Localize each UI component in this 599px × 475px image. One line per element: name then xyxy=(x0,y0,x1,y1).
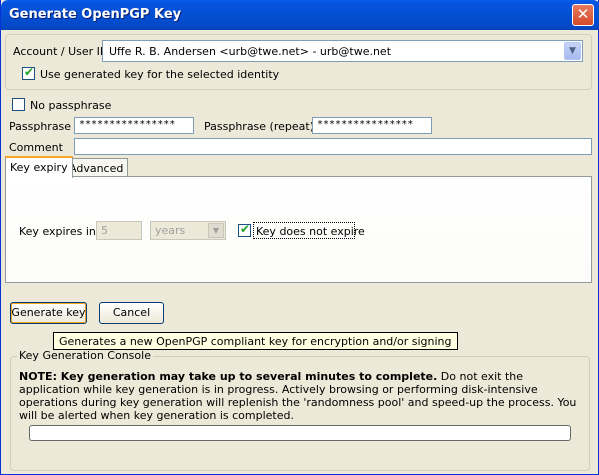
generate-key-button[interactable]: Generate key xyxy=(10,302,87,324)
account-select-value: Uffe R. B. Andersen <urb@twe.net> - urb@… xyxy=(109,45,392,58)
does-not-expire-label: Key does not expire xyxy=(256,225,365,238)
account-label: Account / User ID xyxy=(13,45,109,58)
console-notice: NOTE: Key generation may take up to seve… xyxy=(19,370,582,422)
tab-advanced[interactable]: Advanced xyxy=(64,158,129,178)
expiry-unit-select[interactable]: years ▼ xyxy=(150,221,226,240)
comment-label: Comment xyxy=(9,141,63,154)
console-title: Key Generation Console xyxy=(17,349,153,362)
generate-key-tooltip: Generates a new OpenPGP compliant key fo… xyxy=(53,332,458,350)
key-generation-progress-bar xyxy=(29,425,571,441)
console-note-bold: NOTE: Key generation may take up to seve… xyxy=(19,370,438,383)
account-select[interactable]: Uffe R. B. Andersen <urb@twe.net> - urb@… xyxy=(102,40,583,62)
close-button[interactable]: ✕ xyxy=(572,4,594,26)
use-generated-key-checkbox[interactable]: ✔ xyxy=(22,65,35,80)
no-passphrase-label: No passphrase xyxy=(30,99,112,112)
no-passphrase-checkbox[interactable] xyxy=(12,98,25,111)
tab-key-expiry[interactable]: Key expiry xyxy=(5,156,73,178)
title-bar[interactable]: Generate OpenPGP Key ✕ xyxy=(1,0,599,30)
checkmark-icon: ✔ xyxy=(24,65,35,79)
does-not-expire-checkbox[interactable]: ✔ xyxy=(238,222,251,237)
chevron-down-icon[interactable]: ▼ xyxy=(564,42,581,60)
passphrase-input[interactable]: **************** xyxy=(74,117,194,134)
passphrase-repeat-label: Passphrase (repeat) xyxy=(204,120,314,133)
checkmark-icon: ✔ xyxy=(240,222,251,236)
key-expires-label: Key expires in xyxy=(19,225,96,238)
window-title: Generate OpenPGP Key xyxy=(9,7,182,22)
use-generated-key-label: Use generated key for the selected ident… xyxy=(40,68,280,81)
dialog-window: Generate OpenPGP Key ✕ Account / User ID… xyxy=(0,0,599,475)
comment-input[interactable] xyxy=(74,138,592,155)
chevron-down-icon[interactable]: ▼ xyxy=(208,223,224,238)
expiry-amount-input[interactable]: 5 xyxy=(96,221,142,240)
passphrase-label: Passphrase xyxy=(9,120,72,133)
cancel-button[interactable]: Cancel xyxy=(99,302,164,324)
expiry-unit-value: years xyxy=(155,224,186,237)
close-icon: ✕ xyxy=(576,5,590,23)
passphrase-repeat-input[interactable]: **************** xyxy=(312,117,432,134)
